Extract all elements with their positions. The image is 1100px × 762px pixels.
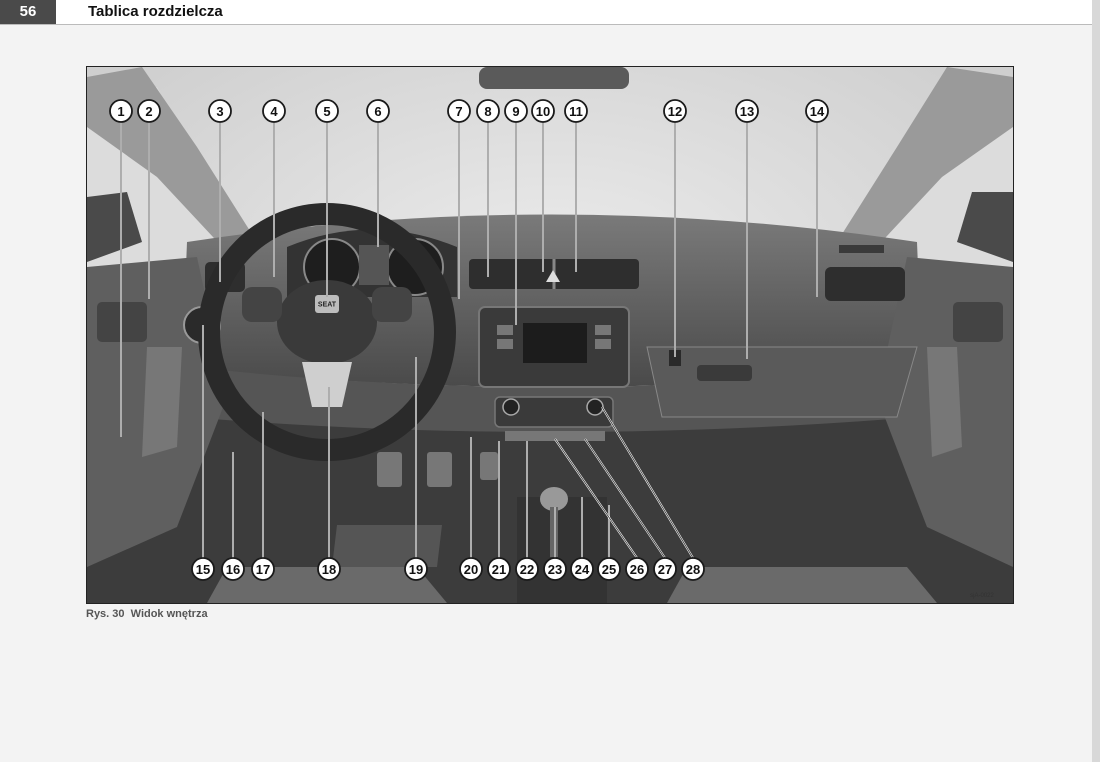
callout-11: 11 — [564, 99, 588, 123]
callout-16: 16 — [221, 557, 245, 581]
callout-2: 2 — [137, 99, 161, 123]
callout-19: 19 — [404, 557, 428, 581]
callout-6: 6 — [366, 99, 390, 123]
callout-27: 27 — [653, 557, 677, 581]
callout-label: 19 — [409, 562, 423, 577]
callout-4: 4 — [262, 99, 286, 123]
page-title: Tablica rozdzielcza — [88, 3, 223, 20]
page-header: 56 Tablica rozdzielcza — [0, 0, 1092, 25]
callout-label: 21 — [492, 562, 506, 577]
callout-label: 23 — [548, 562, 562, 577]
callout-label: 2 — [145, 104, 152, 119]
callout-label: 22 — [520, 562, 534, 577]
callout-23: 23 — [543, 557, 567, 581]
figure-code: sjA-0022 — [970, 593, 994, 599]
brand-logo-text: SEAT — [318, 302, 337, 309]
callout-18: 18 — [317, 557, 341, 581]
callout-8: 8 — [476, 99, 500, 123]
callout-label: 10 — [536, 104, 550, 119]
callout-17: 17 — [251, 557, 275, 581]
callout-24: 24 — [570, 557, 594, 581]
callout-label: 24 — [575, 562, 590, 577]
callout-label: 8 — [484, 104, 491, 119]
callout-label: 11 — [569, 104, 583, 119]
callout-label: 16 — [226, 562, 240, 577]
callout-label: 25 — [602, 562, 616, 577]
callout-14: 14 — [805, 99, 829, 123]
callout-21: 21 — [487, 557, 511, 581]
callout-15: 15 — [191, 557, 215, 581]
callout-label: 14 — [810, 104, 825, 119]
callout-28: 28 — [681, 557, 705, 581]
callout-label: 5 — [323, 104, 330, 119]
page-edge — [1092, 0, 1100, 762]
callout-label: 6 — [374, 104, 381, 119]
caption-number: Rys. 30 — [86, 608, 125, 620]
callout-7: 7 — [447, 99, 471, 123]
callout-label: 1 — [117, 104, 124, 119]
callout-label: 9 — [512, 104, 519, 119]
callout-label: 7 — [455, 104, 462, 119]
callout-3: 3 — [208, 99, 232, 123]
callout-13: 13 — [735, 99, 759, 123]
callout-label: 12 — [668, 104, 682, 119]
callout-label: 20 — [464, 562, 478, 577]
callout-1: 1 — [109, 99, 133, 123]
interior-illustration: SEAT sjA-0022 1 2 3 4 5 6 7 8 9 10 11 12 13 1415 16 17 1… — [87, 67, 1013, 603]
figure-caption: Rys. 30 Widok wnętrza — [86, 608, 208, 620]
caption-text: Widok wnętrza — [130, 608, 208, 620]
callout-label: 28 — [686, 562, 700, 577]
callout-22: 22 — [515, 557, 539, 581]
callout-label: 13 — [740, 104, 754, 119]
callout-label: 4 — [270, 104, 278, 119]
page-number: 56 — [0, 0, 56, 24]
callout-10: 10 — [531, 99, 555, 123]
callout-label: 27 — [658, 562, 672, 577]
callout-label: 17 — [256, 562, 270, 577]
callout-5: 5 — [315, 99, 339, 123]
callout-26: 26 — [625, 557, 649, 581]
interior-figure: SEAT sjA-0022 1 2 3 4 5 6 7 8 9 10 11 12 13 14 15 16 17 1… — [86, 66, 1014, 604]
callout-12: 12 — [663, 99, 687, 123]
callout-9: 9 — [504, 99, 528, 123]
callout-label: 3 — [216, 104, 223, 119]
callout-label: 26 — [630, 562, 644, 577]
callout-label: 15 — [196, 562, 210, 577]
callout-25: 25 — [597, 557, 621, 581]
callout-20: 20 — [459, 557, 483, 581]
callout-label: 18 — [322, 562, 336, 577]
